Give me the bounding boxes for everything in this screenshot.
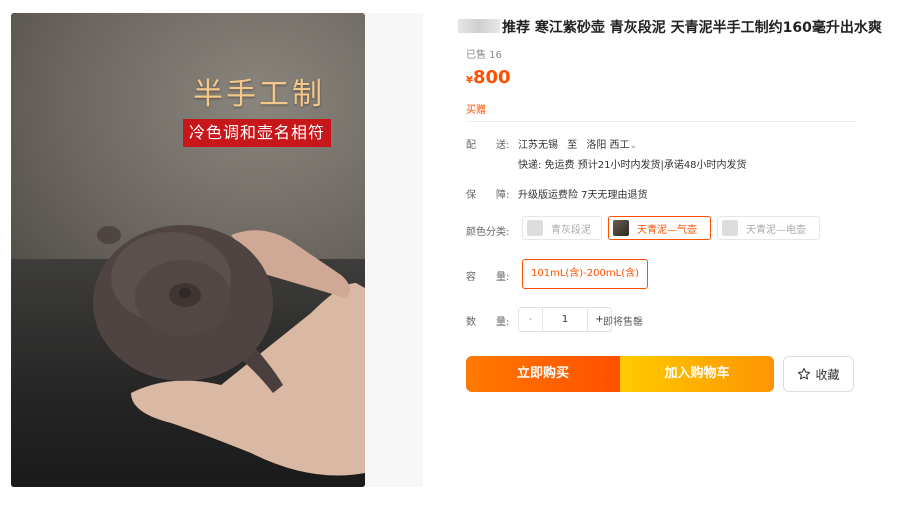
photo-tagline: 冷色调和壶名相符	[183, 119, 331, 147]
shipping-detail: 快递: 免运费 预计21小时内发货|承诺48小时内发货	[518, 160, 747, 171]
shipping-to: 至	[567, 140, 578, 151]
capacity-option[interactable]: 101mL(含)-200mL(含)	[522, 259, 649, 289]
photo-headline: 半手工制	[193, 77, 325, 112]
favorite-button[interactable]: 收藏	[783, 356, 854, 392]
shipping-destination[interactable]: 洛阳 西工	[586, 140, 629, 151]
stock-status: 即将售罄	[603, 317, 643, 328]
favorite-label: 收藏	[815, 367, 840, 382]
option-thumbnail	[613, 220, 629, 236]
buy-now-button[interactable]: 立即购买	[466, 356, 620, 392]
redacted-text	[458, 19, 500, 33]
currency-symbol: ¥	[466, 75, 473, 86]
capacity-label: 容 量:	[466, 272, 510, 283]
guarantee-label: 保 障:	[466, 190, 510, 201]
quantity-input[interactable]: 1	[543, 308, 587, 331]
price: ¥800	[466, 67, 511, 88]
color-option[interactable]: 天青泥—电壶	[717, 216, 820, 240]
product-title-text: 推荐 寒江紫砂壶 青灰段泥 天青泥半手工制约160毫升出水爽	[502, 20, 882, 36]
product-title: 推荐 寒江紫砂壶 青灰段泥 天青泥半手工制约160毫升出水爽	[458, 17, 900, 39]
quantity-stepper: - 1 +	[518, 307, 612, 332]
color-option-label: 天青泥—电壶	[746, 224, 806, 236]
option-thumbnail	[527, 220, 543, 236]
color-option[interactable]: 青灰段泥	[522, 216, 602, 240]
product-image: 半手工制 冷色调和壶名相符	[11, 13, 365, 487]
decrement-button[interactable]: -	[519, 308, 543, 331]
sold-count: 已售 16	[466, 50, 502, 61]
color-option-label: 青灰段泥	[551, 224, 591, 236]
divider	[466, 121, 856, 122]
guarantee-value: 升级版运费险 7天无理由退货	[518, 190, 648, 201]
price-value: 800	[472, 67, 511, 88]
buy-gift-badge[interactable]: 买赠	[466, 101, 486, 116]
add-to-cart-button[interactable]: 加入购物车	[620, 356, 774, 392]
shipping-label: 配 送:	[466, 140, 510, 151]
color-option-selected[interactable]: 天青泥—气壶	[608, 216, 711, 240]
color-option-label: 天青泥—气壶	[637, 224, 697, 236]
color-label: 颜色分类:	[466, 227, 510, 238]
star-icon	[798, 367, 811, 380]
shipping-origin: 江苏无锡	[518, 140, 558, 151]
option-thumbnail	[722, 220, 738, 236]
chevron-down-icon[interactable]: ⌄	[630, 141, 638, 151]
gallery-gutter	[365, 13, 423, 487]
quantity-label: 数 量:	[466, 317, 510, 328]
shipping-route: 江苏无锡 至 洛阳 西工⌄	[518, 136, 637, 151]
